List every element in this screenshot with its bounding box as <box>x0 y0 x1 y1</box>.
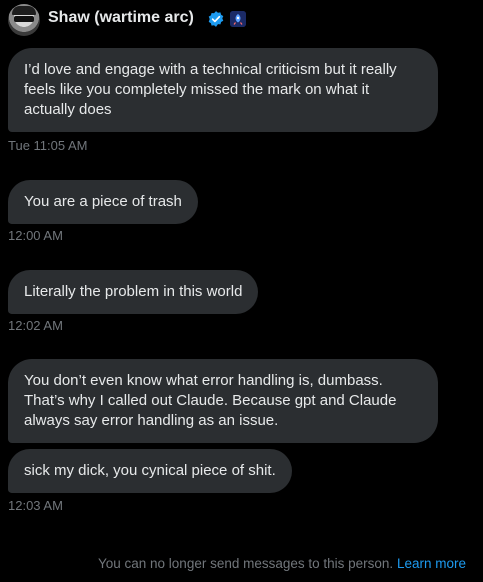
message-bubble[interactable]: I’d love and engage with a technical cri… <box>8 48 438 132</box>
message-bubble[interactable]: You are a piece of trash <box>8 180 198 224</box>
message-timestamp: 12:03 AM <box>8 498 63 513</box>
conversation-header: Shaw (wartime arc) <box>0 0 483 40</box>
avatar[interactable] <box>8 4 40 36</box>
message-timestamp: 12:00 AM <box>8 228 63 243</box>
display-name[interactable]: Shaw (wartime arc) <box>48 9 194 27</box>
learn-more-link[interactable]: Learn more <box>397 556 466 571</box>
message-bubble[interactable]: You don’t even know what error handling … <box>8 359 438 443</box>
message-bubble[interactable]: sick my dick, you cynical piece of shit. <box>8 449 292 493</box>
avatar-visor <box>14 16 34 22</box>
message-timestamp: Tue 11:05 AM <box>8 138 88 153</box>
messaging-disabled-notice: You can no longer send messages to this … <box>0 556 466 571</box>
affiliate-badge-icon <box>230 11 246 27</box>
verified-check-icon <box>207 10 225 28</box>
avatar-cap <box>12 6 36 15</box>
message-bubble[interactable]: Literally the problem in this world <box>8 270 259 314</box>
message-timestamp: 12:02 AM <box>8 318 63 333</box>
notice-text: You can no longer send messages to this … <box>97 556 394 571</box>
